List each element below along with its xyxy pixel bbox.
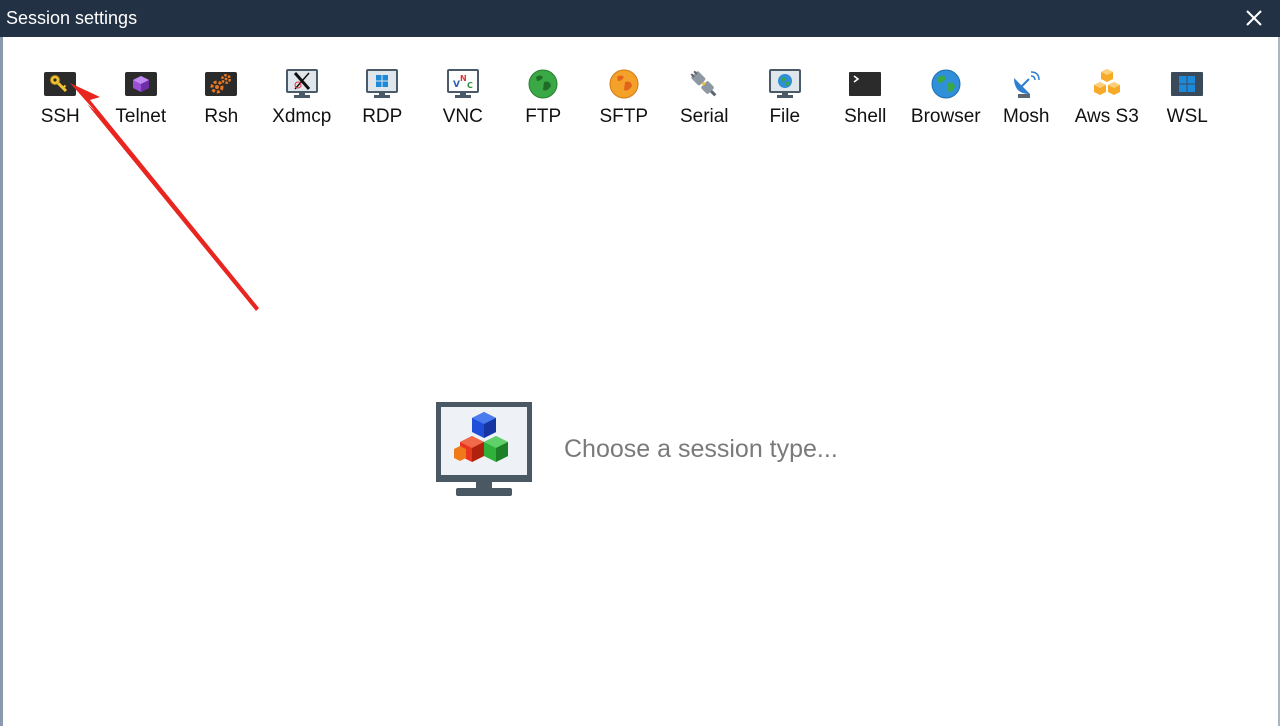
wsl-windows-icon (1171, 72, 1204, 96)
session-type-label: Rsh (204, 106, 239, 127)
session-type-file[interactable]: File (745, 62, 826, 132)
session-type-label: FTP (525, 106, 562, 127)
close-button[interactable] (1242, 6, 1266, 30)
empty-session-placeholder: Choose a session type... (436, 402, 896, 496)
title-bar: Session settings (0, 0, 1280, 37)
session-type-serial[interactable]: Serial (664, 62, 745, 132)
session-type-mosh[interactable]: Mosh (986, 62, 1067, 132)
serial-plug-icon (690, 70, 717, 97)
session-type-label: Xdmcp (272, 106, 332, 127)
session-type-label: Shell (844, 106, 887, 127)
ssh-key-icon (44, 72, 77, 96)
aws-s3-cubes-icon (1093, 69, 1120, 95)
svg-text:N: N (460, 74, 467, 83)
session-type-label: Serial (679, 106, 729, 127)
session-type-xdmcp[interactable]: Xdmcp (262, 62, 343, 132)
session-type-label: VNC (442, 106, 483, 127)
session-type-toolbar: SSH Telnet Rsh Xdmcp RDP V N C VNC FTP S… (20, 62, 1228, 132)
session-type-label: Aws S3 (1074, 106, 1139, 127)
session-settings-dialog: Session settings SSH Telnet Rsh Xdmcp RD… (0, 0, 1280, 726)
rsh-gears-icon (205, 72, 238, 96)
session-type-rsh[interactable]: Rsh (181, 62, 262, 132)
session-monitor-cubes-icon (436, 402, 532, 496)
session-type-telnet[interactable]: Telnet (101, 62, 182, 132)
session-type-label: WSL (1166, 106, 1208, 127)
session-type-label: SSH (40, 106, 80, 127)
session-type-label: SFTP (599, 106, 649, 127)
session-type-shell[interactable]: Shell (825, 62, 906, 132)
session-type-label: Browser (910, 106, 981, 127)
session-type-label: File (769, 106, 801, 127)
choose-session-type-text: Choose a session type... (564, 435, 838, 463)
session-type-sftp[interactable]: SFTP (584, 62, 665, 132)
mosh-satellite-icon (1014, 71, 1040, 98)
telnet-icon (124, 72, 157, 96)
svg-text:C: C (467, 81, 473, 90)
session-type-aws-s3[interactable]: Aws S3 (1067, 62, 1148, 132)
vnc-icon: V N C (446, 69, 479, 98)
xdmcp-x-icon (285, 69, 318, 98)
svg-text:V: V (453, 80, 460, 90)
window-border-left (0, 37, 3, 726)
rdp-windows-icon (366, 69, 399, 98)
ftp-globe-icon (528, 69, 558, 99)
close-icon (1246, 10, 1262, 26)
browser-globe-icon (931, 69, 961, 99)
session-type-wsl[interactable]: WSL (1147, 62, 1228, 132)
session-type-ftp[interactable]: FTP (503, 62, 584, 132)
window-title: Session settings (6, 8, 138, 28)
session-type-label: Mosh (1003, 106, 1050, 127)
session-type-rdp[interactable]: RDP (342, 62, 423, 132)
file-monitor-icon (768, 69, 801, 98)
session-type-ssh[interactable]: SSH (20, 62, 101, 132)
shell-terminal-icon (849, 72, 882, 96)
session-type-label: Telnet (115, 106, 167, 127)
sftp-globe-icon (609, 69, 639, 99)
session-type-vnc[interactable]: V N C VNC (423, 62, 504, 132)
session-type-browser[interactable]: Browser (906, 62, 987, 132)
session-type-label: RDP (362, 106, 403, 127)
